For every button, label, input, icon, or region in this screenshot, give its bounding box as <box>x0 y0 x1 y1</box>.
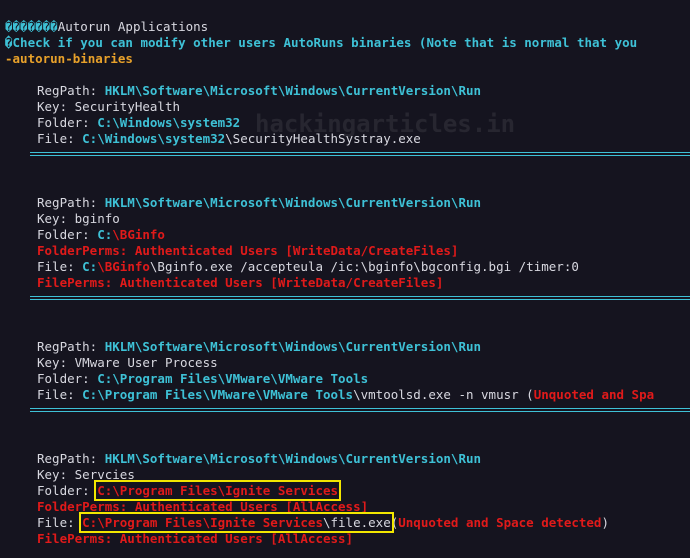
check-prefix: � <box>5 35 13 50</box>
regpath-value: HKLM\Software\Microsoft\Windows\CurrentV… <box>104 83 482 98</box>
entry-1-key: Key: SecurityHealth <box>37 99 180 115</box>
file-path: C:\Program Files\VMware\VMware Tools <box>82 387 354 402</box>
file-label: File: <box>37 515 83 530</box>
folder-label: Folder: <box>37 115 98 130</box>
file-path: C:\Program Files\Ignite Services <box>82 515 323 530</box>
folder-label: Folder: <box>37 483 98 498</box>
file-folder: \BGinfo <box>97 259 150 274</box>
key-label: Key: <box>37 355 75 370</box>
regpath-value: HKLM\Software\Microsoft\Windows\CurrentV… <box>104 339 482 354</box>
entry-2-file: File: C:\BGinfo\Bginfo.exe /accepteula /… <box>37 259 579 275</box>
entry-2-key: Key: bginfo <box>37 211 120 227</box>
entry-4-file: File: C:\Program Files\Ignite Services\f… <box>37 512 609 533</box>
key-value: SecurityHealth <box>74 99 180 114</box>
entry-3-file: File: C:\Program Files\VMware\VMware Too… <box>37 387 654 403</box>
fileperms-value: FilePerms: Authenticated Users [AllAcces… <box>37 531 354 546</box>
regpath-value: HKLM\Software\Microsoft\Windows\CurrentV… <box>104 195 482 210</box>
file-rest: \file.exe <box>322 515 391 530</box>
key-label: Key: <box>37 467 75 482</box>
file-note: Unquoted and Spa <box>533 387 655 402</box>
folderperms-value: FolderPerms: Authenticated Users [AllAcc… <box>37 499 369 514</box>
entry-2-folder: Folder: C:\BGinfo <box>37 227 165 243</box>
entry-4-key: Key: Servcies <box>37 467 135 483</box>
link-text: -autorun-binaries <box>5 51 133 66</box>
regpath-label: RegPath: <box>37 451 105 466</box>
entry-2-folderperms: FolderPerms: Authenticated Users [WriteD… <box>37 243 458 259</box>
folder-value: C:\Program Files\VMware\VMware Tools <box>97 371 369 386</box>
entry-4-folder: Folder: C:\Program Files\Ignite Services <box>37 480 342 501</box>
check-description: �Check if you can modify other users Aut… <box>5 35 637 51</box>
file-note: Unquoted and Space detected <box>398 515 602 530</box>
entry-3-folder: Folder: C:\Program Files\VMware\VMware T… <box>37 371 368 387</box>
file-rest: \SecurityHealthSystray.exe <box>225 131 421 146</box>
key-value: Servcies <box>74 467 135 482</box>
file-label: File: <box>37 131 83 146</box>
title-prefix: ������� <box>5 19 58 34</box>
entry-1-file: File: C:\Windows\system32\SecurityHealth… <box>37 131 421 147</box>
entry-2-fileperms: FilePerms: Authenticated Users [WriteDat… <box>37 275 443 291</box>
folder-label: Folder: <box>37 371 98 386</box>
key-value: VMware User Process <box>74 355 218 370</box>
key-label: Key: <box>37 99 75 114</box>
entry-2-regpath: RegPath: HKLM\Software\Microsoft\Windows… <box>37 195 481 211</box>
title-text: Autorun Applications <box>57 19 209 34</box>
file-rest: \vmtoolsd.exe -n vmusr ( <box>353 387 534 402</box>
section-title: �������Autorun Applications <box>5 19 208 35</box>
key-value: bginfo <box>74 211 120 226</box>
file-label: File: <box>37 259 83 274</box>
key-label: Key: <box>37 211 75 226</box>
entry-4-regpath: RegPath: HKLM\Software\Microsoft\Windows… <box>37 451 481 467</box>
reference-link[interactable]: -autorun-binaries <box>5 51 133 67</box>
entry-1-folder: Folder: C:\Windows\system32 <box>37 115 240 131</box>
separator <box>30 408 690 412</box>
folder-label: Folder: <box>37 227 98 242</box>
file-path-highlighted: C:\Program Files\Ignite Services\file.ex… <box>79 512 394 533</box>
regpath-value: HKLM\Software\Microsoft\Windows\CurrentV… <box>104 451 482 466</box>
file-drive: C: <box>82 259 98 274</box>
folder-value-highlighted: C:\Program Files\Ignite Services <box>94 480 342 501</box>
regpath-label: RegPath: <box>37 339 105 354</box>
file-rest: \Bginfo.exe /accepteula /ic:\bginfo\bgco… <box>149 259 579 274</box>
separator <box>30 296 690 300</box>
entry-3-regpath: RegPath: HKLM\Software\Microsoft\Windows… <box>37 339 481 355</box>
entry-4-folderperms: FolderPerms: Authenticated Users [AllAcc… <box>37 499 368 515</box>
folder-value: \BGinfo <box>112 227 165 242</box>
entry-4-fileperms: FilePerms: Authenticated Users [AllAcces… <box>37 531 353 547</box>
entry-1-regpath: RegPath: HKLM\Software\Microsoft\Windows… <box>37 83 481 99</box>
file-path: C:\Windows\system32 <box>82 131 226 146</box>
file-label: File: <box>37 387 83 402</box>
check-text: Check if you can modify other users Auto… <box>12 35 638 50</box>
entry-3-key: Key: VMware User Process <box>37 355 218 371</box>
folder-drive: C: <box>97 227 113 242</box>
fileperms-value: FilePerms: Authenticated Users [WriteDat… <box>37 275 444 290</box>
regpath-label: RegPath: <box>37 195 105 210</box>
regpath-label: RegPath: <box>37 83 105 98</box>
separator <box>30 152 690 156</box>
folderperms-value: FolderPerms: Authenticated Users [WriteD… <box>37 243 459 258</box>
folder-value: C:\Windows\system32 <box>97 115 241 130</box>
file-close: ) <box>601 515 609 530</box>
